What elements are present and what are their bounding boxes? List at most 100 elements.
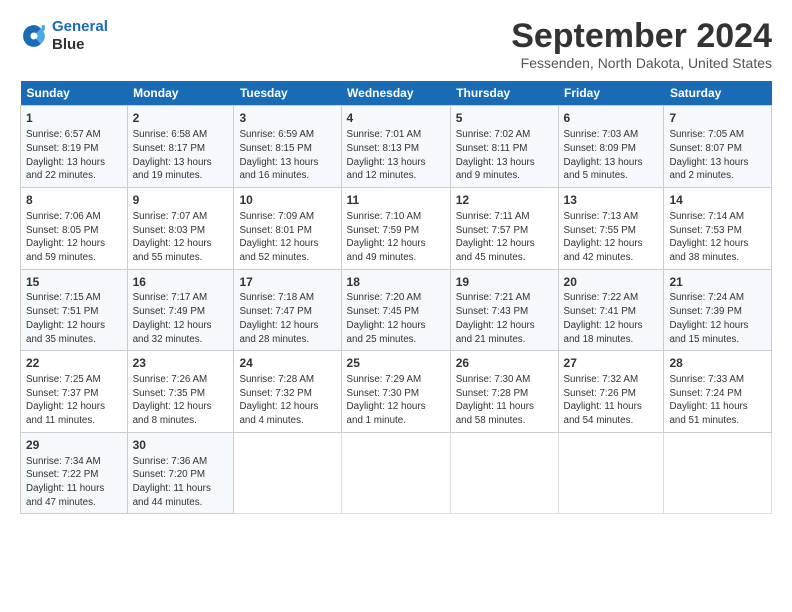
day-detail: Sunrise: 7:20 AM Sunset: 7:45 PM Dayligh… — [347, 291, 445, 346]
day-cell — [558, 432, 664, 514]
calendar-table: SundayMondayTuesdayWednesdayThursdayFrid… — [20, 81, 772, 514]
day-number: 28 — [669, 355, 766, 372]
day-number: 10 — [239, 192, 335, 209]
day-detail: Sunrise: 7:15 AM Sunset: 7:51 PM Dayligh… — [26, 291, 122, 346]
page: General Blue September 2024 Fessenden, N… — [0, 0, 792, 524]
logo-text: General Blue — [52, 18, 108, 54]
day-number: 5 — [456, 110, 553, 127]
day-detail: Sunrise: 7:02 AM Sunset: 8:11 PM Dayligh… — [456, 128, 553, 183]
day-number: 20 — [564, 274, 659, 291]
week-row-2: 8Sunrise: 7:06 AM Sunset: 8:05 PM Daylig… — [21, 188, 772, 270]
day-cell: 3Sunrise: 6:59 AM Sunset: 8:15 PM Daylig… — [234, 106, 341, 188]
day-cell: 7Sunrise: 7:05 AM Sunset: 8:07 PM Daylig… — [664, 106, 772, 188]
day-detail: Sunrise: 7:06 AM Sunset: 8:05 PM Dayligh… — [26, 210, 122, 265]
month-title: September 2024 — [511, 18, 772, 55]
header-row: SundayMondayTuesdayWednesdayThursdayFrid… — [21, 81, 772, 106]
day-number: 24 — [239, 355, 335, 372]
day-number: 18 — [347, 274, 445, 291]
title-area: September 2024 Fessenden, North Dakota, … — [511, 18, 772, 71]
day-cell: 1Sunrise: 6:57 AM Sunset: 8:19 PM Daylig… — [21, 106, 128, 188]
day-number: 21 — [669, 274, 766, 291]
day-cell: 5Sunrise: 7:02 AM Sunset: 8:11 PM Daylig… — [450, 106, 558, 188]
day-detail: Sunrise: 7:30 AM Sunset: 7:28 PM Dayligh… — [456, 373, 553, 428]
header: General Blue September 2024 Fessenden, N… — [20, 18, 772, 71]
day-cell: 9Sunrise: 7:07 AM Sunset: 8:03 PM Daylig… — [127, 188, 234, 270]
day-detail: Sunrise: 7:14 AM Sunset: 7:53 PM Dayligh… — [669, 210, 766, 265]
week-row-3: 15Sunrise: 7:15 AM Sunset: 7:51 PM Dayli… — [21, 269, 772, 351]
day-cell: 18Sunrise: 7:20 AM Sunset: 7:45 PM Dayli… — [341, 269, 450, 351]
day-number: 2 — [133, 110, 229, 127]
day-cell: 8Sunrise: 7:06 AM Sunset: 8:05 PM Daylig… — [21, 188, 128, 270]
day-cell: 11Sunrise: 7:10 AM Sunset: 7:59 PM Dayli… — [341, 188, 450, 270]
day-detail: Sunrise: 7:34 AM Sunset: 7:22 PM Dayligh… — [26, 455, 122, 510]
col-header-friday: Friday — [558, 81, 664, 106]
day-detail: Sunrise: 6:58 AM Sunset: 8:17 PM Dayligh… — [133, 128, 229, 183]
day-number: 9 — [133, 192, 229, 209]
day-cell: 16Sunrise: 7:17 AM Sunset: 7:49 PM Dayli… — [127, 269, 234, 351]
day-cell — [234, 432, 341, 514]
day-cell — [450, 432, 558, 514]
location: Fessenden, North Dakota, United States — [511, 55, 772, 71]
day-cell: 26Sunrise: 7:30 AM Sunset: 7:28 PM Dayli… — [450, 351, 558, 433]
day-cell: 29Sunrise: 7:34 AM Sunset: 7:22 PM Dayli… — [21, 432, 128, 514]
day-cell: 24Sunrise: 7:28 AM Sunset: 7:32 PM Dayli… — [234, 351, 341, 433]
day-detail: Sunrise: 6:57 AM Sunset: 8:19 PM Dayligh… — [26, 128, 122, 183]
day-cell: 22Sunrise: 7:25 AM Sunset: 7:37 PM Dayli… — [21, 351, 128, 433]
day-cell: 17Sunrise: 7:18 AM Sunset: 7:47 PM Dayli… — [234, 269, 341, 351]
col-header-wednesday: Wednesday — [341, 81, 450, 106]
logo: General Blue — [20, 18, 108, 54]
day-number: 12 — [456, 192, 553, 209]
day-number: 23 — [133, 355, 229, 372]
col-header-sunday: Sunday — [21, 81, 128, 106]
day-cell: 15Sunrise: 7:15 AM Sunset: 7:51 PM Dayli… — [21, 269, 128, 351]
day-detail: Sunrise: 7:09 AM Sunset: 8:01 PM Dayligh… — [239, 210, 335, 265]
day-number: 7 — [669, 110, 766, 127]
logo-icon — [20, 22, 48, 50]
day-detail: Sunrise: 7:03 AM Sunset: 8:09 PM Dayligh… — [564, 128, 659, 183]
day-cell: 12Sunrise: 7:11 AM Sunset: 7:57 PM Dayli… — [450, 188, 558, 270]
day-number: 26 — [456, 355, 553, 372]
day-detail: Sunrise: 7:25 AM Sunset: 7:37 PM Dayligh… — [26, 373, 122, 428]
day-number: 1 — [26, 110, 122, 127]
day-cell: 14Sunrise: 7:14 AM Sunset: 7:53 PM Dayli… — [664, 188, 772, 270]
day-cell: 13Sunrise: 7:13 AM Sunset: 7:55 PM Dayli… — [558, 188, 664, 270]
col-header-thursday: Thursday — [450, 81, 558, 106]
day-cell: 30Sunrise: 7:36 AM Sunset: 7:20 PM Dayli… — [127, 432, 234, 514]
day-cell: 2Sunrise: 6:58 AM Sunset: 8:17 PM Daylig… — [127, 106, 234, 188]
col-header-saturday: Saturday — [664, 81, 772, 106]
day-detail: Sunrise: 7:05 AM Sunset: 8:07 PM Dayligh… — [669, 128, 766, 183]
day-number: 29 — [26, 437, 122, 454]
day-number: 17 — [239, 274, 335, 291]
day-cell: 19Sunrise: 7:21 AM Sunset: 7:43 PM Dayli… — [450, 269, 558, 351]
day-number: 4 — [347, 110, 445, 127]
day-cell — [341, 432, 450, 514]
day-detail: Sunrise: 7:18 AM Sunset: 7:47 PM Dayligh… — [239, 291, 335, 346]
day-detail: Sunrise: 7:26 AM Sunset: 7:35 PM Dayligh… — [133, 373, 229, 428]
day-detail: Sunrise: 7:32 AM Sunset: 7:26 PM Dayligh… — [564, 373, 659, 428]
day-cell: 4Sunrise: 7:01 AM Sunset: 8:13 PM Daylig… — [341, 106, 450, 188]
day-detail: Sunrise: 7:29 AM Sunset: 7:30 PM Dayligh… — [347, 373, 445, 428]
day-detail: Sunrise: 7:21 AM Sunset: 7:43 PM Dayligh… — [456, 291, 553, 346]
day-detail: Sunrise: 7:07 AM Sunset: 8:03 PM Dayligh… — [133, 210, 229, 265]
day-number: 30 — [133, 437, 229, 454]
day-number: 15 — [26, 274, 122, 291]
day-cell: 28Sunrise: 7:33 AM Sunset: 7:24 PM Dayli… — [664, 351, 772, 433]
day-number: 27 — [564, 355, 659, 372]
day-detail: Sunrise: 7:17 AM Sunset: 7:49 PM Dayligh… — [133, 291, 229, 346]
day-number: 19 — [456, 274, 553, 291]
day-detail: Sunrise: 7:24 AM Sunset: 7:39 PM Dayligh… — [669, 291, 766, 346]
col-header-monday: Monday — [127, 81, 234, 106]
day-cell: 25Sunrise: 7:29 AM Sunset: 7:30 PM Dayli… — [341, 351, 450, 433]
col-header-tuesday: Tuesday — [234, 81, 341, 106]
week-row-5: 29Sunrise: 7:34 AM Sunset: 7:22 PM Dayli… — [21, 432, 772, 514]
day-detail: Sunrise: 7:33 AM Sunset: 7:24 PM Dayligh… — [669, 373, 766, 428]
day-number: 8 — [26, 192, 122, 209]
day-detail: Sunrise: 7:28 AM Sunset: 7:32 PM Dayligh… — [239, 373, 335, 428]
day-number: 6 — [564, 110, 659, 127]
day-detail: Sunrise: 7:22 AM Sunset: 7:41 PM Dayligh… — [564, 291, 659, 346]
day-detail: Sunrise: 7:13 AM Sunset: 7:55 PM Dayligh… — [564, 210, 659, 265]
week-row-1: 1Sunrise: 6:57 AM Sunset: 8:19 PM Daylig… — [21, 106, 772, 188]
day-cell: 6Sunrise: 7:03 AM Sunset: 8:09 PM Daylig… — [558, 106, 664, 188]
day-detail: Sunrise: 7:10 AM Sunset: 7:59 PM Dayligh… — [347, 210, 445, 265]
day-number: 16 — [133, 274, 229, 291]
